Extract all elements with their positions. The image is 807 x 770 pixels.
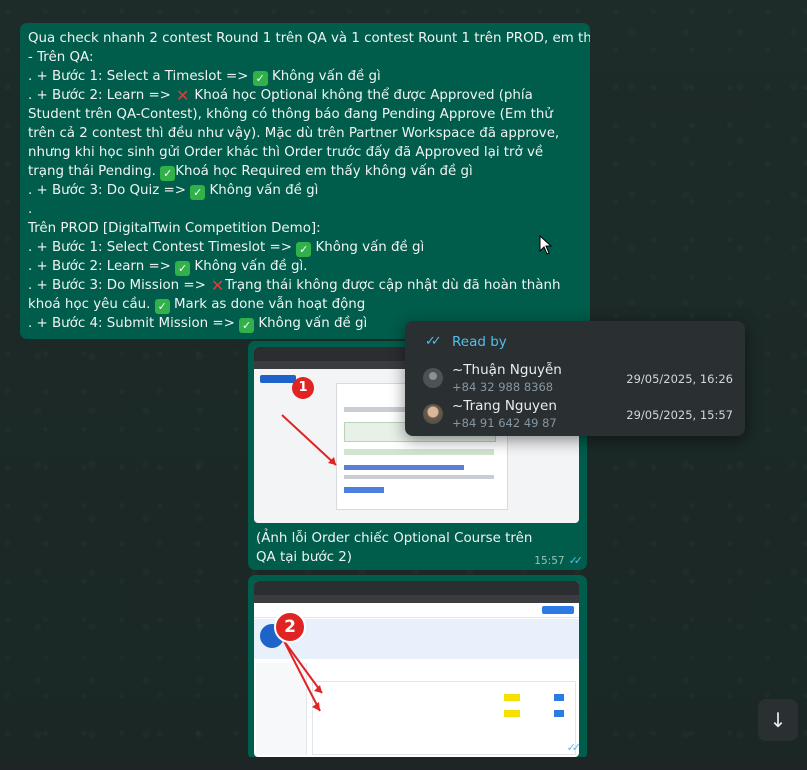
cross-mark-icon: ✕ — [210, 276, 225, 295]
message-line: . + Bước 3: Do Mission => ✕Trạng thái kh… — [28, 276, 582, 314]
message-line: Qua check nhanh 2 contest Round 1 trên Q… — [28, 31, 590, 46]
reader-row[interactable]: ~Thuận Nguyễn +84 32 988 8368 29/05/2025… — [423, 362, 733, 396]
check-mark-icon: ✓ — [190, 185, 206, 200]
double-check-icon: ✓✓ — [568, 554, 584, 567]
reader-time: 29/05/2025, 16:26 — [626, 372, 733, 386]
reader-time: 29/05/2025, 15:57 — [626, 408, 733, 422]
cross-mark-icon: ✕ — [175, 86, 190, 105]
reader-name: ~Thuận Nguyễn — [452, 362, 562, 378]
message-line: . — [28, 202, 33, 217]
step-marker: 2 — [274, 611, 306, 643]
check-mark-icon: ✓ — [154, 299, 170, 314]
chat-background: Qua check nhanh 2 contest Round 1 trên Q… — [0, 0, 807, 770]
message-text: . + Bước 3: Do Quiz => — [28, 183, 186, 198]
message-line: . + Bước 2: Learn => ✕ Khoá học Optional… — [28, 86, 582, 181]
reader-name: ~Trang Nguyen — [452, 398, 557, 414]
message-text: . + Bước 2: Learn => — [28, 88, 171, 103]
arrow-down-icon: ↓ — [769, 708, 787, 732]
message-text: Không vấn đề gì — [271, 69, 381, 84]
message-time: 15:57 — [532, 742, 563, 754]
message-text: . + Bước 1: Select a Timeslot => — [28, 69, 249, 84]
message-text: Khoá học Required em thấy không vấn đề g… — [175, 164, 473, 179]
read-by-title: Read by — [452, 334, 507, 350]
avatar — [423, 368, 443, 388]
scroll-to-bottom-button[interactable]: ↓ — [758, 699, 798, 741]
check-mark-icon: ✓ — [296, 242, 312, 257]
reader-phone: +84 91 642 49 87 — [452, 416, 557, 430]
message-line: . + Bước 2: Learn => ✓ Không vấn đề gì. — [28, 257, 582, 276]
check-mark-icon: ✓ — [239, 318, 255, 333]
double-check-icon: ✓✓ — [566, 741, 582, 754]
bottom-bar — [0, 757, 807, 770]
message-text: . + Bước 4: Submit Mission => — [28, 316, 235, 331]
check-mark-icon: ✓ — [252, 71, 268, 86]
message-meta: 15:57 ✓✓ — [532, 741, 582, 754]
reader-row[interactable]: ~Trang Nguyen +84 91 642 49 87 29/05/202… — [423, 398, 733, 432]
message-text: Mark as done vẫn hoạt động — [173, 297, 366, 312]
step-marker: 1 — [292, 377, 314, 399]
message-text: Không vấn đề gì — [315, 240, 425, 255]
double-check-icon: ✓✓ — [425, 334, 442, 349]
message-line: . + Bước 1: Select a Timeslot => ✓ Không… — [28, 67, 582, 86]
reader-phone: +84 32 988 8368 — [452, 380, 554, 394]
message-meta: 15:57 ✓✓ — [534, 554, 584, 567]
message-bubble[interactable]: Qua check nhanh 2 contest Round 1 trên Q… — [20, 23, 590, 339]
message-line: . + Bước 3: Do Quiz => ✓ Không vấn đề gì — [28, 181, 582, 200]
avatar — [423, 404, 443, 424]
screenshot-thumbnail[interactable]: 2 — [254, 581, 579, 757]
message-text: Không vấn đề gì. — [194, 259, 308, 274]
message-text: Không vấn đề gì — [258, 316, 368, 331]
red-arrow-annotation — [283, 640, 323, 712]
message-text: . + Bước 1: Select Contest Timeslot => — [28, 240, 292, 255]
message-line: . + Bước 1: Select Contest Timeslot => ✓… — [28, 238, 582, 257]
read-by-popup: ✓✓ Read by ~Thuận Nguyễn +84 32 988 8368… — [405, 321, 745, 436]
message-line: Trên PROD [DigitalTwin Competition Demo]… — [28, 221, 321, 236]
check-mark-icon: ✓ — [175, 261, 191, 276]
message-text: Không vấn đề gì — [209, 183, 319, 198]
message-time: 15:57 — [534, 555, 565, 567]
check-mark-icon: ✓ — [160, 166, 176, 181]
message-line: - Trên QA: — [28, 50, 94, 65]
message-text: . + Bước 3: Do Mission => — [28, 278, 206, 293]
image-caption: (Ảnh lỗi Order chiếc Optional Course trê… — [256, 531, 533, 565]
image-message-2[interactable]: 2 15:57 ✓✓ — [248, 575, 587, 760]
message-text: . + Bước 2: Learn => — [28, 259, 171, 274]
mouse-cursor-icon — [539, 235, 553, 255]
